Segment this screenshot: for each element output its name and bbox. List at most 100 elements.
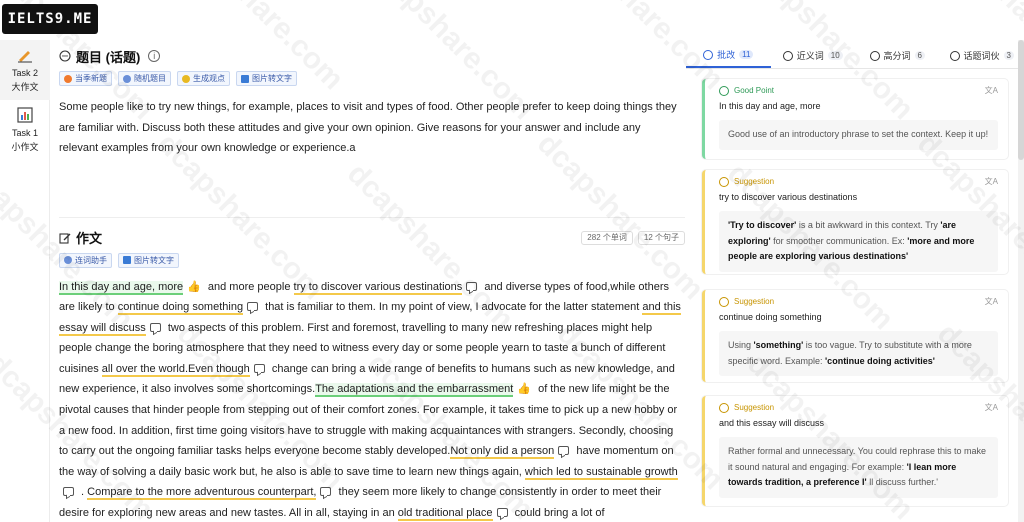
tab-count-badge: 6 xyxy=(914,51,925,60)
tab-label: 高分词 xyxy=(883,51,911,61)
thumbs-up-icon[interactable]: 👍 xyxy=(517,379,531,400)
image-icon xyxy=(123,256,131,264)
highlight-suggestion[interactable]: old traditional place xyxy=(397,507,493,522)
suggestion-card[interactable]: Suggestion 文A continue doing something Usin… xyxy=(702,290,1008,382)
comment-bubble-icon[interactable] xyxy=(558,446,570,456)
card-type: Suggestion xyxy=(734,297,775,306)
tab-count-badge: 3 xyxy=(1003,51,1014,60)
idea-icon xyxy=(182,74,190,83)
rail-label-en: Task 2 xyxy=(11,68,38,78)
comment-bubble-icon xyxy=(719,296,729,307)
feedback-tabs: 批改 11 近义词 10 高分词 6 话题词伙 3 xyxy=(686,43,1024,69)
chip-new-topic[interactable]: 当季新题 xyxy=(59,71,112,86)
tab-label: 话题词伙 xyxy=(963,51,1000,61)
highlight-suggestion[interactable]: continue doing something xyxy=(117,301,244,316)
topic-header: 题目 (话题) i xyxy=(59,47,686,65)
word-count: 282 个单词 xyxy=(581,230,633,245)
essay-header: 作文 282 个单词 12 个句子 xyxy=(59,229,685,247)
translate-icon[interactable]: 文A xyxy=(985,176,998,187)
suggestion-card[interactable]: Suggestion 文A and this essay will discuss R… xyxy=(702,396,1008,506)
edit-icon xyxy=(59,232,71,244)
card-header: Suggestion 文A xyxy=(719,296,998,307)
essay-text[interactable]: In this day and age, more 👍 and more peop… xyxy=(59,277,683,522)
rail-label-cn: 小作文 xyxy=(11,142,39,152)
info-icon[interactable]: i xyxy=(148,50,161,62)
card-explanation: Good use of an introductory phrase to se… xyxy=(719,120,998,150)
thumbs-up-icon xyxy=(719,85,729,96)
synonym-icon xyxy=(782,50,793,61)
rail-item-task2[interactable]: Task 2 大作文 xyxy=(0,40,50,100)
comment-bubble-icon[interactable] xyxy=(63,487,74,497)
chart-icon xyxy=(17,107,33,123)
comment-icon xyxy=(59,50,71,62)
highlight-suggestion[interactable]: Compare to the more adventurous counterp… xyxy=(87,486,317,501)
score-icon xyxy=(869,50,880,61)
card-header: Suggestion 文A xyxy=(719,402,998,413)
card-header: Good Point 文A xyxy=(719,85,998,96)
chip-conjunction-helper[interactable]: 连词助手 xyxy=(59,252,112,268)
tab-score[interactable]: 高分词 6 xyxy=(855,43,940,68)
rail-item-task1[interactable]: Task 1 小作文 xyxy=(0,100,50,160)
main-content: 题目 (话题) i 当季新题 随机题目 生成观点 图片转文字 Some peop… xyxy=(50,40,686,522)
logo[interactable]: IELTS9.ME xyxy=(2,4,98,34)
tab-synonym[interactable]: 近义词 10 xyxy=(771,43,856,68)
topic-icon xyxy=(949,50,960,61)
fire-icon xyxy=(64,74,72,83)
essay-title: 作文 xyxy=(76,231,103,246)
chip-random-topic[interactable]: 随机题目 xyxy=(118,71,171,86)
highlight-suggestion[interactable]: which led to sustainable growth xyxy=(524,465,678,480)
chip-generate-ideas[interactable]: 生成观点 xyxy=(177,71,230,86)
card-header: Suggestion 文A xyxy=(719,176,998,187)
comment-bubble-icon[interactable] xyxy=(247,302,259,312)
highlight-suggestion[interactable]: try to discover various destinations xyxy=(293,280,463,295)
section-divider xyxy=(59,216,685,218)
tab-count-badge: 11 xyxy=(739,50,754,59)
highlight-good-point[interactable]: The adaptations and the embarrassment xyxy=(315,383,514,398)
translate-icon[interactable]: 文A xyxy=(985,296,998,307)
essay-fragment: that is familiar to them. In my point of… xyxy=(262,301,643,314)
chip-image-to-text[interactable]: 图片转文字 xyxy=(236,71,297,86)
rail-label-en: Task 1 xyxy=(11,128,38,138)
pen-icon xyxy=(18,51,32,63)
top-bar: IELTS9.ME xyxy=(0,0,1024,40)
suggestion-card[interactable]: Suggestion 文A try to discover various dest… xyxy=(702,170,1008,274)
image-icon xyxy=(241,74,249,83)
card-type: Good Point xyxy=(734,86,775,95)
translate-icon[interactable]: 文A xyxy=(985,85,998,96)
scrollbar-thumb[interactable] xyxy=(1018,40,1024,160)
comment-bubble-icon xyxy=(719,402,729,413)
tab-count-badge: 10 xyxy=(827,51,843,60)
highlight-suggestion[interactable]: all over the world.Even though xyxy=(101,362,250,377)
card-type: Suggestion xyxy=(734,403,775,412)
feedback-panel: 批改 11 近义词 10 高分词 6 话题词伙 3 Good Point 文A In this d… xyxy=(686,40,1024,522)
tab-label: 近义词 xyxy=(796,51,824,61)
comment-bubble-icon[interactable] xyxy=(496,508,508,518)
tab-edit[interactable]: 批改 11 xyxy=(686,43,771,68)
card-target-text: try to discover various destinations xyxy=(719,192,858,202)
card-explanation: 'Try to discover' is a bit awkward in th… xyxy=(719,211,998,272)
left-rail: Task 2 大作文 Task 1 小作文 xyxy=(0,40,50,522)
card-type: Suggestion xyxy=(734,177,775,186)
comment-bubble-icon xyxy=(719,176,729,187)
essay-fragment: and more people xyxy=(204,280,294,293)
translate-icon[interactable]: 文A xyxy=(985,402,998,413)
highlight-suggestion[interactable]: Not only did a person xyxy=(450,445,555,460)
edit-icon xyxy=(703,49,714,60)
essay-chips: 连词助手 图片转文字 xyxy=(59,252,686,268)
comment-bubble-icon[interactable] xyxy=(253,363,265,373)
card-target-text: continue doing something xyxy=(719,312,822,322)
highlight-good-point[interactable]: In this day and age, more xyxy=(59,280,184,295)
card-explanation: Rather formal and unnecessary. You could… xyxy=(719,437,998,498)
tab-topic[interactable]: 话题词伙 3 xyxy=(940,43,1024,68)
shuffle-icon xyxy=(123,74,131,83)
good-point-card[interactable]: Good Point 文A In this day and age, more Goo… xyxy=(702,79,1008,159)
link-icon xyxy=(64,256,72,264)
comment-bubble-icon[interactable] xyxy=(320,487,332,497)
essay-fragment: . xyxy=(78,486,88,499)
chip-essay-image-to-text[interactable]: 图片转文字 xyxy=(118,252,179,268)
comment-bubble-icon[interactable] xyxy=(466,281,478,291)
card-explanation: Using 'something' is too vague. Try to s… xyxy=(719,331,998,376)
card-target-text: and this essay will discuss xyxy=(719,418,825,428)
thumbs-up-icon[interactable]: 👍 xyxy=(187,277,201,298)
comment-bubble-icon[interactable] xyxy=(149,322,161,332)
